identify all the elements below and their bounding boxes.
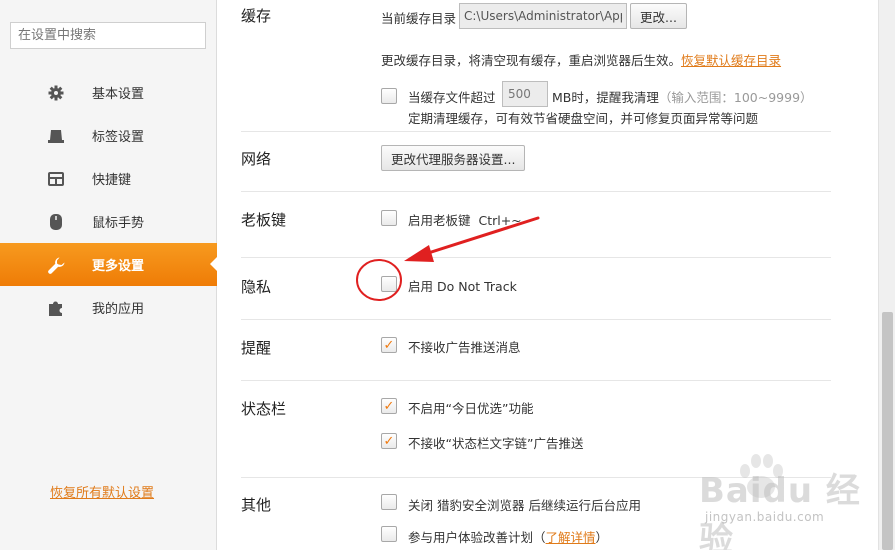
disable-daily-picks-checkbox[interactable]: ✓ <box>381 398 397 414</box>
section-title-privacy: 隐私 <box>241 278 272 296</box>
sidebar-item-basic-settings[interactable]: 基本设置 <box>0 71 217 114</box>
sidebar-item-label: 基本设置 <box>92 87 145 102</box>
no-statusbar-ad-label: 不接收“状态栏文字链”广告推送 <box>408 436 584 451</box>
section-title-network: 网络 <box>241 150 272 168</box>
change-cache-dir-button[interactable]: 更改... <box>630 3 687 29</box>
tab-icon <box>47 127 65 145</box>
sidebar: 基本设置 标签设置 快捷键 鼠标手势 更多设置 我的应用 恢复所有默认设置 <box>0 0 218 550</box>
no-statusbar-ad-checkbox[interactable]: ✓ <box>381 433 397 449</box>
checkmark-icon: ✓ <box>383 398 395 414</box>
do-not-track-label: 启用 Do Not Track <box>408 279 517 294</box>
do-not-track-checkbox[interactable] <box>381 276 397 292</box>
disable-daily-picks-label: 不启用“今日优选”功能 <box>408 401 534 416</box>
settings-search-input[interactable] <box>10 22 206 49</box>
ux-program-paren-open: （ <box>533 530 546 545</box>
cache-limit-range: （输入范围：100~9999） <box>658 90 813 105</box>
learn-more-link[interactable]: 了解详情 <box>546 530 596 545</box>
gear-icon <box>47 84 65 102</box>
restore-all-defaults-link[interactable]: 恢复所有默认设置 <box>50 482 154 501</box>
sidebar-item-label: 标签设置 <box>92 130 145 145</box>
sidebar-item-tab-settings[interactable]: 标签设置 <box>0 114 217 157</box>
ux-program-checkbox[interactable] <box>381 526 397 542</box>
cache-limit-checkbox[interactable] <box>381 88 397 104</box>
cache-path-field[interactable] <box>459 3 627 29</box>
cache-limit-input[interactable] <box>502 81 548 107</box>
checkmark-icon: ✓ <box>383 433 395 449</box>
sidebar-item-more-settings[interactable]: 更多设置 <box>0 243 218 286</box>
cache-change-note-text: 更改缓存目录，将清空现有缓存，重启浏览器后生效。 <box>381 53 682 68</box>
sidebar-item-label: 我的应用 <box>92 302 145 317</box>
restore-default-cache-link[interactable]: 恢复默认缓存目录 <box>681 53 781 68</box>
boss-key-label: 启用老板键 Ctrl+~ <box>408 210 522 229</box>
cache-limit-label-after-text: MB时，提醒我清理 <box>552 90 659 105</box>
boss-key-label-text: 启用老板键 <box>408 213 471 228</box>
run-background-apps-label: 关闭 猎豹安全浏览器 后继续运行后台应用 <box>408 498 641 513</box>
divider <box>241 131 831 132</box>
divider <box>241 319 831 320</box>
cache-limit-description: 定期清理缓存，可有效节省硬盘空间，并可修复页面异常等问题 <box>408 111 759 126</box>
settings-main-panel: 缓存 当前缓存目录 更改... 更改缓存目录，将清空现有缓存，重启浏览器后生效。… <box>217 0 878 550</box>
wrench-icon <box>47 256 65 274</box>
divider <box>241 477 831 478</box>
sidebar-item-mouse-gestures[interactable]: 鼠标手势 <box>0 200 217 243</box>
boss-key-checkbox[interactable] <box>381 210 397 226</box>
section-title-cache: 缓存 <box>241 7 272 25</box>
ux-program-label-text: 参与用户体验改善计划 <box>408 530 534 545</box>
no-ad-push-checkbox[interactable]: ✓ <box>381 337 397 353</box>
cache-limit-label: 当缓存文件超过 <box>408 90 496 105</box>
ux-program-paren-close: ） <box>595 530 609 545</box>
cache-change-note: 更改缓存目录，将清空现有缓存，重启浏览器后生效。恢复默认缓存目录 <box>381 50 781 69</box>
section-title-reminder: 提醒 <box>241 339 272 357</box>
puzzle-icon <box>47 299 65 317</box>
mouse-icon <box>47 213 65 231</box>
section-title-other: 其他 <box>241 496 272 514</box>
sidebar-item-shortcuts[interactable]: 快捷键 <box>0 157 217 200</box>
sidebar-item-label: 鼠标手势 <box>92 216 145 231</box>
proxy-settings-button[interactable]: 更改代理服务器设置... <box>381 145 526 171</box>
current-cache-dir-label: 当前缓存目录 <box>381 11 457 26</box>
section-title-statusbar: 状态栏 <box>241 400 287 418</box>
section-title-boss-key: 老板键 <box>241 211 287 229</box>
checkmark-icon: ✓ <box>383 337 395 353</box>
scrollbar-thumb[interactable] <box>882 312 893 550</box>
sidebar-item-label: 更多设置 <box>92 259 145 274</box>
cache-limit-label-after: MB时，提醒我清理（输入范围：100~9999） <box>552 87 813 106</box>
divider <box>241 380 831 381</box>
no-ad-push-label: 不接收广告推送消息 <box>408 340 521 355</box>
sidebar-item-my-apps[interactable]: 我的应用 <box>0 286 217 329</box>
keyboard-icon <box>47 170 65 188</box>
divider <box>241 191 831 192</box>
run-background-apps-checkbox[interactable] <box>381 494 397 510</box>
boss-key-shortcut: Ctrl+~ <box>478 213 522 228</box>
ux-program-label: 参与用户体验改善计划（了解详情） <box>408 527 608 546</box>
divider <box>241 257 831 258</box>
sidebar-item-label: 快捷键 <box>92 173 132 188</box>
vertical-scrollbar[interactable] <box>878 0 895 550</box>
